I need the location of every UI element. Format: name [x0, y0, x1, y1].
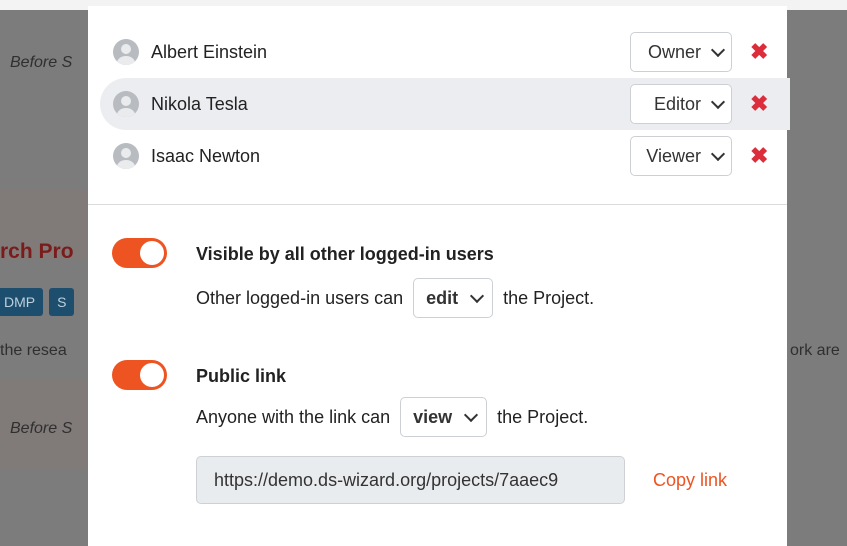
visibility-suffix: the Project.	[503, 287, 595, 308]
public-link-prefix: Anyone with the link can	[196, 406, 391, 427]
avatar-icon	[113, 39, 139, 65]
background-heading: rch Pro	[0, 240, 74, 263]
copy-link-button[interactable]: Copy link	[653, 470, 727, 491]
role-select[interactable]: Viewer	[630, 136, 732, 176]
toggle-knob	[140, 363, 164, 387]
public-link-title: Public link	[196, 366, 287, 386]
background-paragraph: the resea	[0, 342, 67, 359]
toggle-knob	[140, 241, 164, 265]
permission-value: edit	[426, 287, 459, 308]
background-tags: DMP S	[0, 288, 88, 316]
role-select[interactable]: Owner	[630, 32, 732, 72]
remove-member-icon[interactable]: ✖	[750, 41, 768, 63]
public-link-suffix: the Project.	[497, 406, 589, 427]
share-modal: Albert Einstein Owner ✖ Nikola Tesla Edi…	[88, 6, 790, 546]
member-row: Nikola Tesla Editor ✖	[100, 78, 790, 130]
visibility-permission-line: Other logged-in users can edit the Proje…	[196, 278, 594, 318]
background-italic-text: Before S	[10, 54, 73, 71]
background-paragraph: ork are	[790, 342, 840, 359]
visibility-title: Visible by all other logged-in users	[196, 244, 494, 264]
divider	[88, 204, 787, 205]
avatar-icon	[113, 91, 139, 117]
remove-member-icon[interactable]: ✖	[750, 93, 768, 115]
member-row: Isaac Newton Viewer ✖	[100, 130, 790, 182]
public-link-permission-select[interactable]: view	[400, 397, 488, 437]
permission-value: view	[413, 406, 453, 427]
chevron-down-icon	[710, 42, 726, 57]
role-value: Editor	[653, 93, 701, 114]
role-value: Viewer	[646, 145, 701, 166]
remove-member-icon[interactable]: ✖	[750, 145, 768, 167]
chevron-down-icon	[710, 94, 726, 109]
public-link-toggle[interactable]	[112, 360, 167, 390]
chevron-down-icon	[710, 146, 726, 161]
background-tag: S	[49, 288, 75, 316]
public-link-url-field[interactable]: https://demo.ds-wizard.org/projects/7aae…	[196, 456, 625, 504]
background-tag: DMP	[0, 288, 44, 316]
member-name: Isaac Newton	[151, 145, 261, 166]
member-name: Albert Einstein	[151, 41, 268, 62]
role-value: Owner	[647, 41, 701, 62]
public-link-permission-line: Anyone with the link can view the Projec…	[196, 397, 588, 437]
member-name: Nikola Tesla	[151, 93, 248, 114]
visibility-permission-select[interactable]: edit	[413, 278, 494, 318]
member-row: Albert Einstein Owner ✖	[100, 26, 790, 78]
chevron-down-icon	[464, 407, 479, 422]
chevron-down-icon	[470, 288, 485, 303]
role-select[interactable]: Editor	[630, 84, 732, 124]
avatar-icon	[113, 143, 139, 169]
background-italic-text: Before S	[10, 420, 73, 437]
visibility-prefix: Other logged-in users can	[196, 287, 404, 308]
visibility-toggle[interactable]	[112, 238, 167, 268]
